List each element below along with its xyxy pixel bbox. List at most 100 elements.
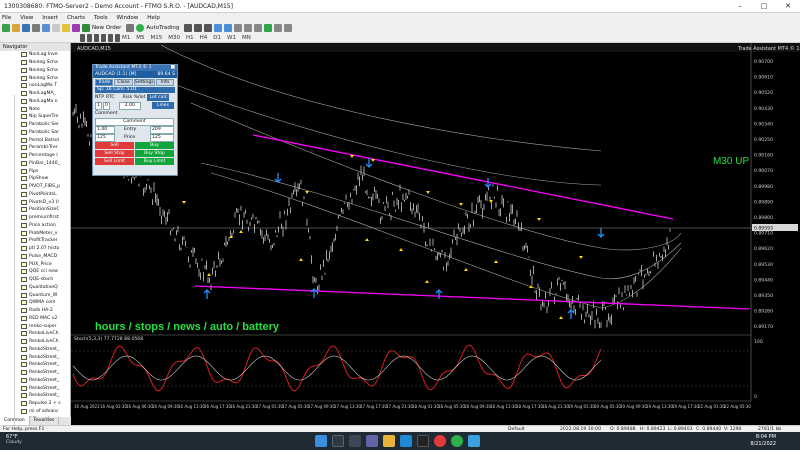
data-window-icon[interactable] — [42, 24, 50, 32]
text-icon[interactable] — [115, 33, 120, 42]
metatrader-icon[interactable] — [468, 435, 480, 447]
tab-settings[interactable]: Settings — [133, 79, 155, 86]
cursor-icon[interactable] — [80, 33, 85, 42]
tf-mn[interactable]: MN — [242, 35, 251, 41]
autotrading-button[interactable]: AutoTrading — [136, 24, 179, 32]
navigator-item[interactable]: ptl 2.07 histo — [0, 245, 71, 253]
navigator-item[interactable]: RenkoStreet_ — [0, 369, 71, 377]
weather-widget[interactable]: 67°F Cloudy — [6, 434, 22, 445]
sell-button[interactable]: Sell — [95, 142, 134, 149]
buy-stop-button[interactable]: Buy Stop — [135, 150, 174, 157]
price-input[interactable]: 125 — [150, 133, 174, 142]
terminal-icon[interactable] — [62, 24, 70, 32]
open-folder-icon[interactable] — [12, 24, 20, 32]
minimize-icon[interactable]: – — [728, 0, 752, 13]
periods-icon[interactable] — [274, 24, 283, 32]
navigator-item[interactable]: PositionSizeC — [0, 206, 71, 214]
navigator-item[interactable]: renko-super — [0, 322, 71, 330]
media-app-icon[interactable] — [434, 435, 446, 447]
tf-d1[interactable]: D1 — [213, 35, 221, 41]
indicators-icon[interactable] — [264, 24, 273, 32]
navigator-item[interactable]: NonLag Inve — [0, 51, 71, 59]
tab-close[interactable]: Close — [114, 79, 133, 86]
tf-m30[interactable]: M30 — [168, 35, 180, 41]
metaeditor-icon[interactable] — [126, 24, 135, 32]
navigator-item[interactable]: rsi of advanc — [0, 408, 71, 416]
navigator-item[interactable]: Parabolic Ser — [0, 121, 71, 129]
navigator-item[interactable]: QualitativeQ — [0, 284, 71, 292]
navigator-icon[interactable] — [52, 24, 60, 32]
windows-start-icon[interactable] — [315, 435, 327, 447]
navigator-item[interactable]: Nonleg Scha — [0, 74, 71, 82]
edge-icon[interactable] — [400, 435, 412, 447]
navigator-item[interactable]: RenkoStreet_ — [0, 346, 71, 354]
navigator-item[interactable]: RenkoStreet_ — [0, 392, 71, 400]
tf-m15[interactable]: M15 — [151, 35, 163, 41]
navigator-item[interactable]: RenkoStreet_ — [0, 377, 71, 385]
navigator-item[interactable]: QQE-stoch — [0, 276, 71, 284]
navigator-item[interactable]: PivotPointsL — [0, 191, 71, 199]
new-order-button[interactable]: New Order — [82, 24, 121, 32]
navigator-item[interactable]: Pips — [0, 167, 71, 175]
comment-input[interactable]: Comment — [95, 117, 174, 126]
chart-shift-icon[interactable] — [254, 24, 263, 32]
stoploss-input[interactable]: 125 — [95, 133, 115, 142]
chart-area[interactable]: AUDCAD,M15 Trade Assistant MT4 © 1 0.90700… — [71, 43, 800, 425]
tf-m1[interactable]: M1 — [122, 35, 130, 41]
navigator-item[interactable]: Perambl-Trer — [0, 144, 71, 152]
system-clock[interactable]: 8:04 PM 8/21/2022 — [750, 434, 776, 448]
horizontal-line-icon[interactable] — [101, 33, 106, 42]
maximize-icon[interactable]: □ — [752, 0, 776, 13]
trendline-icon[interactable] — [108, 33, 113, 42]
lot-calc-button[interactable]: Lot calc — [147, 94, 170, 101]
navigator-item[interactable]: Rads HA-2 — [0, 307, 71, 315]
tab-favorites[interactable]: Favorites — [30, 417, 60, 425]
navigator-item[interactable]: Note — [0, 105, 71, 113]
navigator-item[interactable]: RED MAC v2 — [0, 315, 71, 323]
close-icon[interactable]: ✕ — [776, 0, 800, 13]
price-chart[interactable]: AUDCAD,M15 Trade Assistant MT4 © 1 0.90700… — [71, 43, 800, 425]
navigator-item[interactable]: PivotsD_v3 (I — [0, 198, 71, 206]
tf-h1[interactable]: H1 — [186, 35, 194, 41]
navigator-item[interactable]: ProfitTracker — [0, 237, 71, 245]
navigator-item[interactable]: PIVOT_FIBS_p — [0, 183, 71, 191]
tf-w1[interactable]: W1 — [227, 35, 236, 41]
navigator-item[interactable]: ProbMeter_v — [0, 229, 71, 237]
navigator-item[interactable]: PipShow — [0, 175, 71, 183]
navigator-item[interactable]: QQE cci new — [0, 268, 71, 276]
zoom-out-icon[interactable] — [224, 24, 233, 32]
tile-windows-icon[interactable] — [234, 24, 243, 32]
crosshair-icon[interactable] — [87, 33, 92, 42]
task-view-icon[interactable] — [349, 435, 361, 447]
navigator-item[interactable]: premiumfirst — [0, 214, 71, 222]
navigator-item[interactable]: Quantum_W — [0, 291, 71, 299]
navigator-item[interactable]: Repulse 2 + s — [0, 400, 71, 408]
navigator-item[interactable]: Percentage ( — [0, 152, 71, 160]
navigator-item[interactable]: RenkoStreet_ — [0, 361, 71, 369]
tab-trade[interactable]: Trade — [95, 79, 114, 86]
ntp-input[interactable]: 1 — [95, 101, 102, 110]
menu-help[interactable]: Help — [147, 15, 160, 21]
navigator-item[interactable]: RenkoLiveCh — [0, 338, 71, 346]
market-watch-icon[interactable] — [32, 24, 40, 32]
line-chart-icon[interactable] — [204, 24, 213, 32]
menu-insert[interactable]: Insert — [42, 15, 58, 21]
entry-input[interactable]: 209 — [150, 125, 174, 134]
tf-h4[interactable]: H4 — [200, 35, 208, 41]
candle-chart-icon[interactable] — [194, 24, 203, 32]
navigator-item[interactable]: RenkoStreet_ — [0, 353, 71, 361]
sell-limit-button[interactable]: Sell Limit — [95, 158, 134, 165]
rtc-input[interactable]: 0 — [102, 101, 110, 110]
navigator-item[interactable]: nonLagMa T — [0, 82, 71, 90]
profiles-icon[interactable] — [22, 24, 30, 32]
tf-m5[interactable]: M5 — [136, 35, 144, 41]
search-icon[interactable] — [332, 435, 344, 447]
file-explorer-icon[interactable] — [383, 435, 395, 447]
navigator-item[interactable]: Nip SuperTre — [0, 113, 71, 121]
navigator-item[interactable]: Parabolic Sar — [0, 129, 71, 137]
navigator-item[interactable]: Price action — [0, 222, 71, 230]
sell-stop-button[interactable]: Sell Stop — [95, 150, 134, 157]
navigator-item[interactable]: Nonleg Scha — [0, 59, 71, 67]
risk-input[interactable]: 2.00 — [118, 101, 141, 110]
vertical-line-icon[interactable] — [94, 33, 99, 42]
